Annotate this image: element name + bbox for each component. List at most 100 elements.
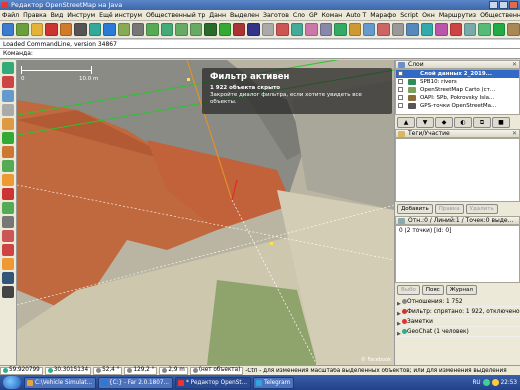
panel-toggle[interactable]: ▶ GeoChat (1 человек) xyxy=(395,327,520,337)
stop-icon[interactable] xyxy=(276,23,289,36)
tree-icon[interactable] xyxy=(160,23,174,36)
layer-item[interactable]: SPB10: rivers xyxy=(396,78,519,86)
select-button[interactable]: Выбо xyxy=(397,285,420,295)
arrow-icon[interactable] xyxy=(2,286,14,298)
delete-tag-button[interactable]: Удалить xyxy=(465,204,498,214)
open-icon[interactable] xyxy=(2,23,15,36)
visibility-checkbox[interactable] xyxy=(398,103,403,108)
close-button[interactable] xyxy=(509,1,518,9)
split-icon[interactable] xyxy=(2,160,14,172)
node-icon[interactable] xyxy=(478,23,491,36)
tree-icon[interactable] xyxy=(218,23,231,36)
building-icon[interactable] xyxy=(2,216,14,228)
save-icon[interactable] xyxy=(16,23,29,36)
relation-panel-header[interactable]: Отн.:0 / Линий:1 / Точек:0 выде... xyxy=(395,216,520,225)
maximize-button[interactable] xyxy=(499,1,508,9)
command-input[interactable]: Команда: xyxy=(0,49,520,59)
menu-item[interactable]: Script xyxy=(398,12,420,19)
panel-toggle[interactable]: ▶ Отношения: 1 752 xyxy=(395,297,520,307)
panel-toggle[interactable]: ▶ Заметки xyxy=(395,317,520,327)
move-down-icon[interactable]: ▼ xyxy=(416,117,434,128)
layer-item[interactable]: Слой данных 2_2019... xyxy=(396,70,519,78)
layers-panel-header[interactable]: Слои ✕ xyxy=(395,60,520,69)
extrude-icon[interactable] xyxy=(2,118,14,130)
tree-icon[interactable] xyxy=(146,23,159,36)
way-icon[interactable] xyxy=(492,23,506,36)
visibility-checkbox[interactable] xyxy=(398,79,403,84)
close-icon[interactable]: ✕ xyxy=(512,130,517,138)
panel-toggle[interactable]: ▶ Фильтр: спрятано: 1 922, отключено... xyxy=(395,307,520,317)
menu-item[interactable]: Инструм xyxy=(65,12,97,19)
mark-icon[interactable] xyxy=(2,188,14,200)
preferences-icon[interactable] xyxy=(74,23,87,36)
visibility-checkbox[interactable] xyxy=(398,87,403,92)
visibility-checkbox[interactable] xyxy=(398,71,403,76)
building-icon[interactable] xyxy=(464,23,477,36)
upload-icon[interactable] xyxy=(30,23,44,36)
ruler-icon[interactable] xyxy=(406,23,419,36)
taskbar-button[interactable]: Telegram xyxy=(253,376,295,389)
menu-item[interactable]: Окн xyxy=(420,12,437,19)
map-view[interactable]: 0 10.0 m Фильтр активен 1 922 объекта ск… xyxy=(17,60,394,365)
clock[interactable]: 22:53 xyxy=(501,380,517,386)
menu-item[interactable]: Мapaфo xyxy=(368,12,398,19)
bus-icon[interactable] xyxy=(305,23,318,36)
sign-icon[interactable] xyxy=(233,23,246,36)
tree-icon[interactable] xyxy=(189,23,203,36)
taskbar-button[interactable]: {C:} - Far 2.0.1807... xyxy=(98,376,173,389)
tree-icon[interactable] xyxy=(175,23,188,36)
volume-icon[interactable] xyxy=(491,379,499,386)
wheel-icon[interactable] xyxy=(247,23,260,36)
tool-icon[interactable] xyxy=(131,23,145,36)
network-icon[interactable] xyxy=(482,379,490,386)
orthogonal-icon[interactable] xyxy=(2,258,14,270)
menu-item[interactable]: Кoман xyxy=(319,12,344,19)
menu-item[interactable]: Заготов xyxy=(261,12,291,19)
align-icon[interactable] xyxy=(2,202,14,214)
bus-icon[interactable] xyxy=(2,272,14,284)
edit-tag-button[interactable]: Правка xyxy=(434,204,464,214)
move-up-icon[interactable]: ▲ xyxy=(397,117,415,128)
menu-item[interactable]: Файл xyxy=(0,12,21,19)
flag-icon[interactable] xyxy=(449,23,462,36)
menu-item[interactable]: Ещё инструм xyxy=(97,12,144,19)
layer-item[interactable]: OpenStreetMap Carto (ст... xyxy=(396,86,519,94)
menu-item[interactable]: Маршрутиз xyxy=(437,12,478,19)
relation-item[interactable]: 0 (2 точки) [id: 0] xyxy=(396,226,519,236)
merge-layer-icon[interactable]: ⧉ xyxy=(473,117,491,128)
select-icon[interactable] xyxy=(2,62,14,74)
export-icon[interactable] xyxy=(507,23,520,36)
car-icon[interactable] xyxy=(290,23,304,36)
undo-icon[interactable] xyxy=(45,23,58,36)
layer-visibility-icon[interactable]: ◐ xyxy=(454,117,472,128)
start-button[interactable] xyxy=(3,376,21,389)
layer-item[interactable]: OAPI: SPb, Pokrovsky Isla... xyxy=(396,94,519,102)
minimize-button[interactable] xyxy=(489,1,498,9)
menu-item[interactable]: Auto T xyxy=(344,12,368,19)
menu-item[interactable]: Вид xyxy=(49,12,66,19)
draw-icon[interactable] xyxy=(2,76,14,88)
circle-icon[interactable] xyxy=(2,244,14,256)
layers-icon[interactable] xyxy=(103,23,116,36)
cog-icon[interactable] xyxy=(391,23,405,36)
menu-item[interactable]: Сло xyxy=(291,12,307,19)
layer-item[interactable]: GPS-точки OpenStreetMa... xyxy=(396,102,519,110)
taskbar-button[interactable]: C:\Vehicle Simulat... xyxy=(24,376,97,389)
map-icon[interactable] xyxy=(334,23,347,36)
parallel-icon[interactable] xyxy=(2,146,14,158)
improve-way-icon[interactable] xyxy=(2,132,14,144)
language-indicator[interactable]: RU xyxy=(472,380,480,386)
route-icon[interactable] xyxy=(435,23,448,36)
tags-panel-header[interactable]: Теги/Участие ✕ xyxy=(395,129,520,138)
close-icon[interactable]: ✕ xyxy=(512,61,517,69)
zoom-icon[interactable] xyxy=(2,90,14,102)
journal-button[interactable]: Журнал xyxy=(445,285,477,295)
download-icon[interactable] xyxy=(88,23,102,36)
menu-item[interactable]: Общественный тр xyxy=(478,12,520,19)
paint-icon[interactable] xyxy=(348,23,361,36)
relation-icon[interactable] xyxy=(319,23,333,36)
terracer-icon[interactable] xyxy=(2,230,14,242)
redo-icon[interactable] xyxy=(59,23,73,36)
zoom-button[interactable]: Пояс xyxy=(421,285,444,295)
tree-icon[interactable] xyxy=(204,23,217,36)
